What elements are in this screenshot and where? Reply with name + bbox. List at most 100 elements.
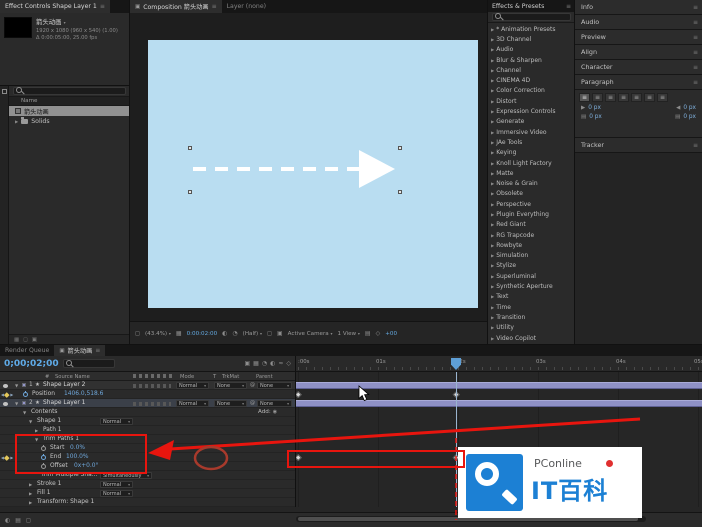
group-row-transform-shape-1[interactable]: ▶ Transform: Shape 1 [0,498,295,507]
selection-handle[interactable] [398,146,402,150]
layer-duration-bar[interactable] [296,400,702,407]
property-row-offset[interactable]: Offset 0x+0.0° [0,462,295,471]
column-number[interactable]: # [45,374,49,380]
indent-right-field[interactable]: ◀0 px [676,105,696,111]
preview-panel-header[interactable]: Preview≡ [575,30,702,45]
column-parent[interactable]: Parent [256,374,273,380]
twirl-icon[interactable]: ▶ [15,119,18,124]
parent-select[interactable]: None▾ [257,382,292,389]
justify-all-button[interactable]: ≡ [657,93,668,102]
current-time-display[interactable]: 0;00;02;00 [4,359,59,369]
effects-category[interactable]: ▶Time [488,302,575,312]
twirl-icon[interactable]: ▶ [491,119,494,124]
column-t[interactable]: T [213,374,216,380]
panel-menu-icon[interactable]: ≡ [566,3,571,10]
property-row-end[interactable]: ◀▶ End 100.0% [0,453,295,462]
expand-render-time-icon[interactable]: ◻ [26,517,31,524]
motion-blur-icon[interactable]: ≈ [278,360,283,367]
twirl-icon[interactable]: ▶ [491,294,494,299]
layer-row-shape-layer-1[interactable]: ▼ 2 ★ Shape Layer 1 Normal▾ None▾ @ None… [0,399,295,408]
twirl-icon[interactable]: ▶ [491,253,494,258]
effects-category[interactable]: ▶JAe Tools [488,137,575,147]
effects-category[interactable]: ▶Distort [488,96,575,106]
justify-last-left-button[interactable]: ≡ [618,93,629,102]
channels-icon[interactable]: ◔ [232,330,237,337]
effects-presets-header[interactable]: Effects & Presets ≡ [488,0,575,12]
effects-category[interactable]: ▶Perspective [488,199,575,209]
group-row-trim-paths-1[interactable]: ▼ Trim Paths 1 [0,435,295,444]
tab-composition[interactable]: ▣ Composition 箭头动画 ≡ [130,0,222,13]
stopwatch-icon[interactable] [41,455,46,460]
align-left-button[interactable]: ≡ [579,93,590,102]
column-mode[interactable]: Mode [180,374,194,380]
end-value[interactable]: 100.0% [66,454,88,460]
panel-menu-icon[interactable]: ≡ [212,3,217,10]
panel-menu-icon[interactable]: ≡ [693,49,698,56]
panel-menu-icon[interactable]: ≡ [693,19,698,26]
effects-category[interactable]: ▶3D Channel [488,34,575,44]
effects-category[interactable]: ▶Audio [488,45,575,55]
twirl-icon[interactable]: ▶ [29,482,32,487]
twirl-icon[interactable]: ▶ [491,150,494,155]
position-value[interactable]: 1406.0,518.6 [64,391,103,397]
panel-menu-icon[interactable]: ≡ [100,3,105,10]
expand-in-out-icon[interactable]: ▤ [15,517,21,524]
twirl-icon[interactable]: ▶ [491,99,494,104]
stopwatch-icon[interactable] [23,392,28,397]
effects-category[interactable]: ▶Color Correction [488,86,575,96]
justify-last-right-button[interactable]: ≡ [644,93,655,102]
audio-panel-header[interactable]: Audio≡ [575,15,702,30]
twirl-icon[interactable]: ▶ [491,58,494,63]
fill-blend-mode-select[interactable]: Normal▾ [100,490,133,497]
twirl-icon[interactable]: ▶ [491,171,494,176]
twirl-icon[interactable]: ▶ [491,37,494,42]
group-row-stroke-1[interactable]: ▶ Stroke 1 Normal▾ [0,480,295,489]
effects-category[interactable]: ▶RG Trapcode [488,230,575,240]
twirl-icon[interactable]: ▼ [35,437,38,442]
twirl-icon[interactable]: ▶ [491,263,494,268]
tab-effect-controls[interactable]: Effect Controls Shape Layer 1 ≡ [0,0,110,13]
resolution-select[interactable]: (Half) ▾ [243,331,262,337]
keyframe-diamond[interactable] [295,454,301,460]
align-right-button[interactable]: ≡ [605,93,616,102]
parent-pickwhip-icon[interactable]: @ [250,400,255,406]
twirl-icon[interactable]: ▶ [29,491,32,496]
tab-render-queue[interactable]: Render Queue [0,345,54,356]
comp-mini-flowchart-icon[interactable]: ▣ [245,360,251,367]
twirl-icon[interactable]: ▶ [491,284,494,289]
align-panel-header[interactable]: Align≡ [575,45,702,60]
zoom-select[interactable]: (43.4%) ▾ [145,331,171,337]
offset-value[interactable]: 0x+0.0° [74,463,98,469]
justify-last-center-button[interactable]: ≡ [631,93,642,102]
twirl-icon[interactable]: ▼ [15,401,18,406]
column-trkmat[interactable]: TrkMat [222,374,239,380]
project-item-composition[interactable]: 箭头动画 [9,106,130,116]
effects-category[interactable]: ▶Plugin Everything [488,209,575,219]
tab-timeline-comp[interactable]: ▣ 箭头动画 ≡ [54,345,105,356]
effects-category[interactable]: ▶Text [488,292,575,302]
twirl-icon[interactable]: ▼ [23,410,26,415]
effects-category[interactable]: ▶Knoll Light Factory [488,158,575,168]
effects-category[interactable]: ▶Video Copilot [488,333,575,343]
twirl-icon[interactable]: ▶ [491,233,494,238]
info-panel-header[interactable]: Info≡ [575,0,702,15]
stopwatch-icon[interactable] [41,446,46,451]
panel-menu-icon[interactable]: ≡ [693,4,698,11]
twirl-icon[interactable]: ▶ [491,181,494,186]
effects-category[interactable]: ▶CINEMA 4D [488,75,575,85]
column-source-name[interactable]: Source Name [55,374,90,380]
keyframe-navigator[interactable]: ◀▶ [1,392,13,397]
graph-editor-icon[interactable]: ◇ [286,360,291,367]
property-row-position[interactable]: ◀▶ Position 1406.0,518.6 [0,390,295,399]
twirl-icon[interactable]: ▶ [491,109,494,114]
pixel-aspect-icon[interactable]: ▤ [365,330,371,337]
zoom-menu-icon[interactable]: ◻ [135,330,140,337]
trim-multiple-select[interactable]: Simultaneously▾ [100,472,152,479]
timeline-search-input[interactable] [63,359,115,368]
layer-switches[interactable] [133,384,171,388]
start-value[interactable]: 0.0% [70,445,85,451]
effects-category[interactable]: ▶Simulation [488,251,575,261]
composition-viewer[interactable] [130,13,488,321]
viewer-timecode[interactable]: 0:00:02:00 [187,331,218,337]
effects-category[interactable]: ▶Noise & Grain [488,178,575,188]
